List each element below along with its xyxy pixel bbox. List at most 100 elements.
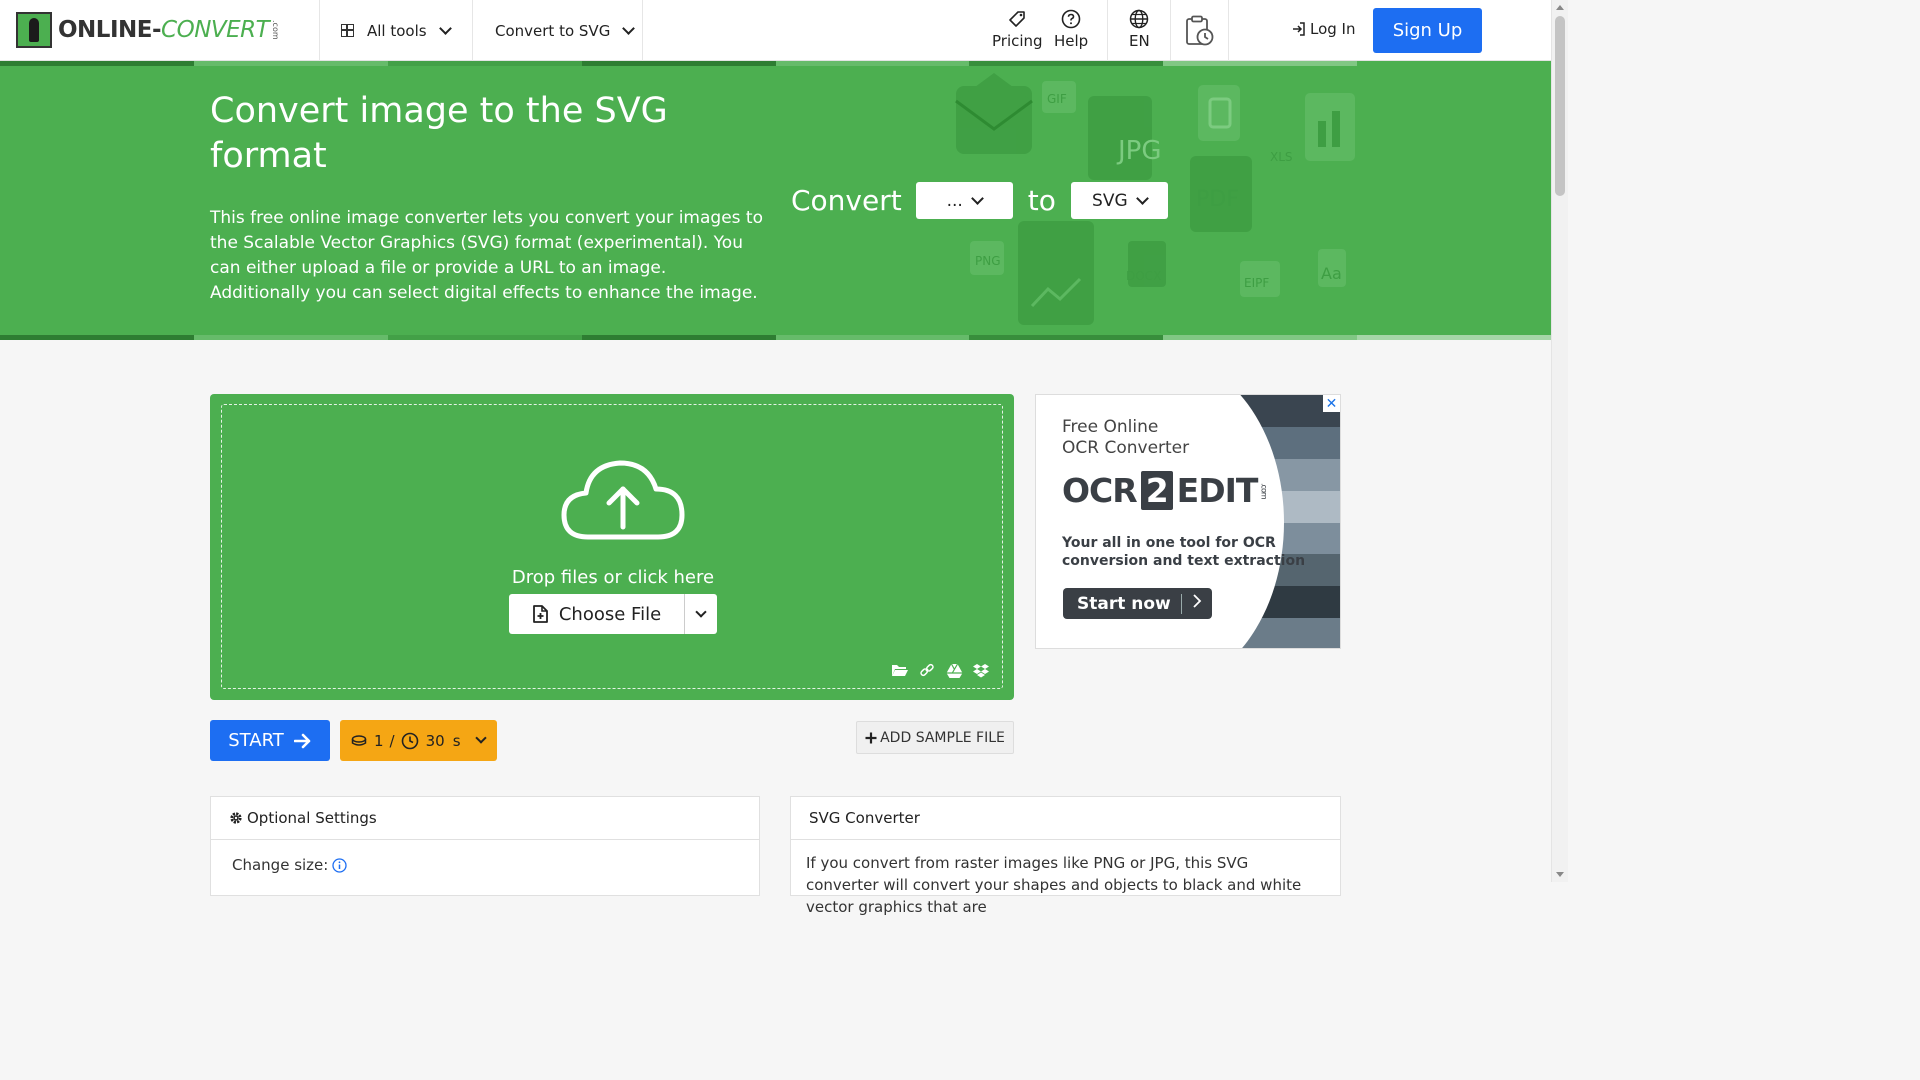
login-link[interactable]: Log In [1291, 20, 1356, 38]
grid-icon [341, 24, 354, 37]
coins-icon [351, 734, 367, 747]
help-link[interactable]: Help [1054, 8, 1088, 50]
question-circle-icon [1061, 8, 1081, 30]
optional-settings-body: Change size: [211, 840, 759, 890]
svg-text:DOCX: DOCX [1126, 269, 1161, 283]
arrow-right-icon [293, 733, 312, 749]
svg-converter-title: SVG Converter [809, 809, 920, 827]
svg-text:JPG: JPG [1116, 136, 1162, 166]
target-format-select[interactable]: SVG [1070, 182, 1168, 219]
history-button[interactable] [1185, 15, 1215, 49]
format-selector-row: Convert ... to SVG [791, 182, 1168, 219]
svg-text:EIPF: EIPF [1244, 276, 1269, 290]
language-label: EN [1129, 32, 1150, 50]
time-unit: s [452, 731, 461, 750]
link-icon[interactable] [918, 662, 936, 678]
drop-files-text: Drop files or click here [511, 567, 715, 588]
start-label: START [228, 730, 284, 751]
top-navigation-bar: ONLINE-CONVERT .com All tools Convert to… [0, 0, 1551, 61]
ad-headline: Free Online OCR Converter [1062, 417, 1190, 458]
svg-converter-text: If you convert from raster images like P… [806, 854, 1302, 916]
sign-in-icon [1291, 21, 1307, 37]
clipboard-clock-icon [1185, 15, 1215, 47]
change-size-label: Change size: [232, 856, 329, 874]
choose-file-label: Choose File [558, 603, 662, 625]
ad-close-icon[interactable]: ✕ [1323, 395, 1340, 412]
info-circle-icon[interactable] [332, 857, 347, 873]
chevron-down-icon [970, 191, 984, 205]
choose-file-dropdown[interactable] [685, 594, 717, 634]
google-drive-icon[interactable] [945, 662, 963, 678]
nav-divider [1107, 0, 1108, 61]
globe-icon [1129, 8, 1149, 30]
choose-file-button-group: Choose File [509, 594, 717, 634]
ad-tagline: Your all in one tool for OCR conversion … [1062, 535, 1306, 569]
optional-settings-title: Optional Settings [247, 809, 377, 827]
chevron-down-icon [475, 732, 487, 744]
page-scrollbar[interactable] [1551, 0, 1568, 882]
add-sample-label: ADD SAMPLE FILE [880, 729, 1005, 746]
cloud-upload-icon [561, 460, 685, 540]
folder-open-icon[interactable] [891, 662, 909, 678]
nav-divider [642, 0, 643, 61]
nav-divider [1228, 0, 1229, 61]
hero-banner: JPG PDF GIF XLS PNG DOCX EIPF Aa Convert… [0, 61, 1551, 340]
gear-icon [229, 811, 243, 825]
start-conversion-button[interactable]: START [210, 720, 330, 761]
ad-brand-logo: OCR 2 EDIT .com [1062, 471, 1269, 510]
add-sample-file-button[interactable]: ADD SAMPLE FILE [856, 721, 1014, 754]
chevron-down-icon [695, 606, 707, 618]
convert-to-label: Convert to SVG [495, 21, 611, 40]
convert-to-svg-menu[interactable]: Convert to SVG [495, 0, 636, 61]
logo-com-suffix: .com [271, 20, 281, 40]
all-tools-label: All tools [367, 21, 427, 40]
login-label: Log In [1310, 20, 1356, 38]
nav-divider [1170, 0, 1171, 61]
svg-text:XLS: XLS [1270, 150, 1293, 164]
pricing-label: Pricing [992, 32, 1043, 50]
svg-converter-info-panel: SVG Converter If you convert from raster… [790, 796, 1341, 916]
scroll-up-arrow-icon[interactable] [1556, 5, 1564, 10]
advertisement-ocr2edit[interactable]: ✕ Free Online OCR Converter OCR 2 EDIT .com… [1035, 394, 1341, 649]
chevron-down-icon [622, 21, 636, 35]
svg-converter-header: SVG Converter [791, 797, 1340, 840]
page-title: Convert image to the SVG format [210, 91, 668, 176]
clock-icon [401, 732, 419, 750]
file-plus-icon [532, 604, 550, 624]
signup-button[interactable]: Sign Up [1373, 8, 1482, 53]
target-format-value: SVG [1092, 190, 1128, 211]
site-logo[interactable]: ONLINE-CONVERT .com [16, 12, 280, 48]
nav-divider [319, 0, 320, 61]
scrollbar-thumb[interactable] [1555, 16, 1565, 196]
credits-time-dropdown[interactable]: 1 / 30 s [340, 720, 497, 761]
scroll-down-arrow-icon[interactable] [1556, 872, 1564, 877]
pricing-link[interactable]: Pricing [992, 8, 1043, 50]
optional-settings-header[interactable]: Optional Settings [211, 797, 759, 840]
to-label: to [1027, 184, 1056, 217]
nav-divider [472, 0, 473, 61]
source-format-select[interactable]: ... [915, 182, 1013, 219]
help-label: Help [1054, 32, 1089, 50]
file-drop-zone[interactable]: Drop files or click here Choose File [210, 394, 1014, 700]
ad-cta-label: Start now [1063, 593, 1182, 614]
ad-start-now-button[interactable]: Start now [1063, 588, 1212, 619]
choose-file-button[interactable]: Choose File [509, 594, 685, 634]
svg-text:PNG: PNG [975, 254, 1001, 268]
chevron-down-icon [438, 21, 452, 35]
chevron-down-icon [1135, 191, 1149, 205]
logo-wordmark: ONLINE-CONVERT [58, 17, 270, 43]
language-selector[interactable]: EN [1129, 8, 1150, 50]
credits-count: 1 [374, 731, 384, 750]
chevron-right-icon [1182, 593, 1212, 614]
all-tools-menu[interactable]: All tools [341, 0, 452, 61]
tag-icon [1007, 8, 1027, 30]
credits-separator: / [389, 731, 395, 750]
source-format-value: ... [946, 190, 963, 211]
optional-settings-panel: Optional Settings Change size: [210, 796, 760, 896]
dropbox-icon[interactable] [972, 662, 990, 678]
svg-text:GIF: GIF [1047, 92, 1067, 106]
convert-label: Convert [791, 184, 902, 217]
time-value: 30 [425, 731, 445, 750]
drop-zone-border: Drop files or click here Choose File [221, 404, 1003, 689]
plus-icon [865, 732, 877, 744]
